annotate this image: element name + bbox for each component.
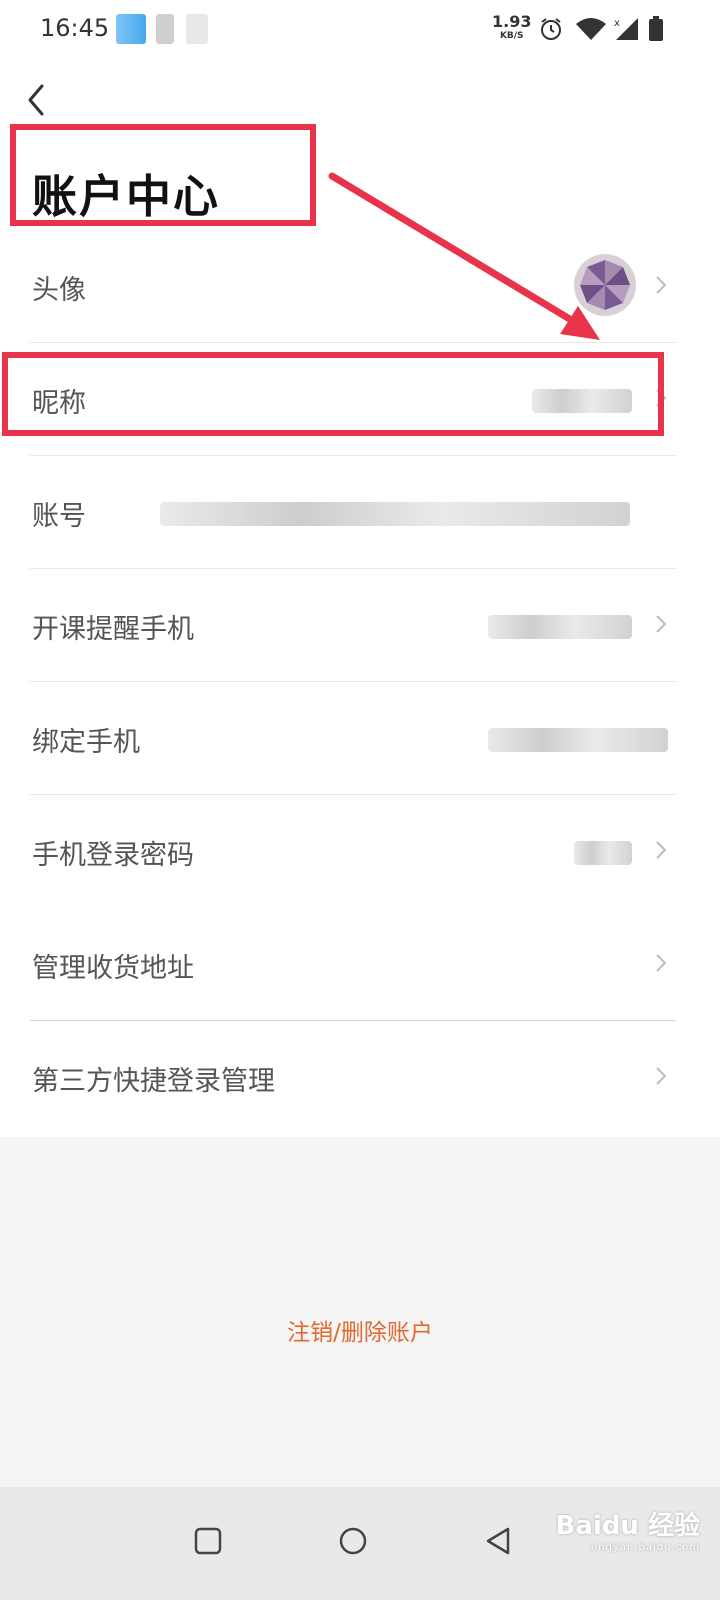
svg-text:x: x (614, 18, 620, 29)
status-bar: 16:45 1.93 KB/S x (0, 0, 720, 60)
chevron-right-icon (656, 954, 667, 972)
class-reminder-phone-row[interactable]: 开课提醒手机 (0, 569, 720, 682)
row-label: 第三方快捷登录管理 (32, 1066, 275, 1097)
recent-apps-icon[interactable] (192, 1525, 224, 1557)
nickname-highlight-box (2, 352, 664, 436)
row-label: 手机登录密码 (32, 840, 194, 871)
login-password-row[interactable]: 手机登录密码 (0, 795, 720, 908)
delete-account-link[interactable]: 注销/删除账户 (0, 1313, 720, 1347)
wifi-icon (576, 18, 606, 40)
title-highlight-box (10, 124, 316, 226)
network-speed-unit: KB/S (499, 31, 524, 41)
blurred-notification-icon (186, 14, 208, 44)
avatar-row[interactable]: 头像 (0, 230, 720, 343)
redacted-value (160, 502, 630, 526)
row-label: 账号 (32, 501, 86, 532)
avatar (574, 254, 636, 316)
watermark-text: Baidu 经验 (555, 1511, 700, 1541)
system-nav-bar: Baidu 经验 jingyan.baidu.com (0, 1487, 720, 1600)
row-label: 开课提醒手机 (32, 614, 194, 645)
status-time: 16:45 (40, 14, 110, 42)
signal-icon: x (614, 18, 638, 40)
account-row: 账号 (0, 456, 720, 569)
back-button[interactable] (18, 80, 58, 120)
watermark-url: jingyan.baidu.com (590, 1542, 700, 1553)
shipping-address-row[interactable]: 管理收货地址 (0, 908, 720, 1021)
chevron-right-icon (656, 1067, 667, 1085)
chevron-right-icon (656, 615, 667, 633)
bound-phone-row[interactable]: 绑定手机 (0, 682, 720, 795)
third-party-login-row[interactable]: 第三方快捷登录管理 (0, 1021, 720, 1134)
network-speed: 1.93 KB/S (492, 14, 531, 41)
network-speed-value: 1.93 (492, 12, 532, 31)
row-label: 绑定手机 (32, 727, 140, 758)
chevron-left-icon (28, 84, 44, 116)
blurred-notification-icon (116, 14, 146, 44)
blurred-notification-icon (156, 14, 174, 44)
alarm-icon (541, 18, 561, 40)
row-label: 管理收货地址 (32, 953, 194, 984)
back-icon[interactable] (482, 1525, 514, 1557)
row-label: 头像 (32, 275, 86, 306)
battery-icon (649, 16, 663, 41)
redacted-value (488, 615, 632, 639)
redacted-value (488, 728, 668, 752)
chevron-right-icon (656, 841, 667, 859)
baidu-watermark: Baidu 经验 jingyan.baidu.com (556, 1505, 700, 1553)
bottom-area: 注销/删除账户 (0, 1137, 720, 1487)
home-icon[interactable] (337, 1525, 369, 1557)
chevron-right-icon (656, 276, 667, 294)
redacted-value (574, 841, 632, 865)
